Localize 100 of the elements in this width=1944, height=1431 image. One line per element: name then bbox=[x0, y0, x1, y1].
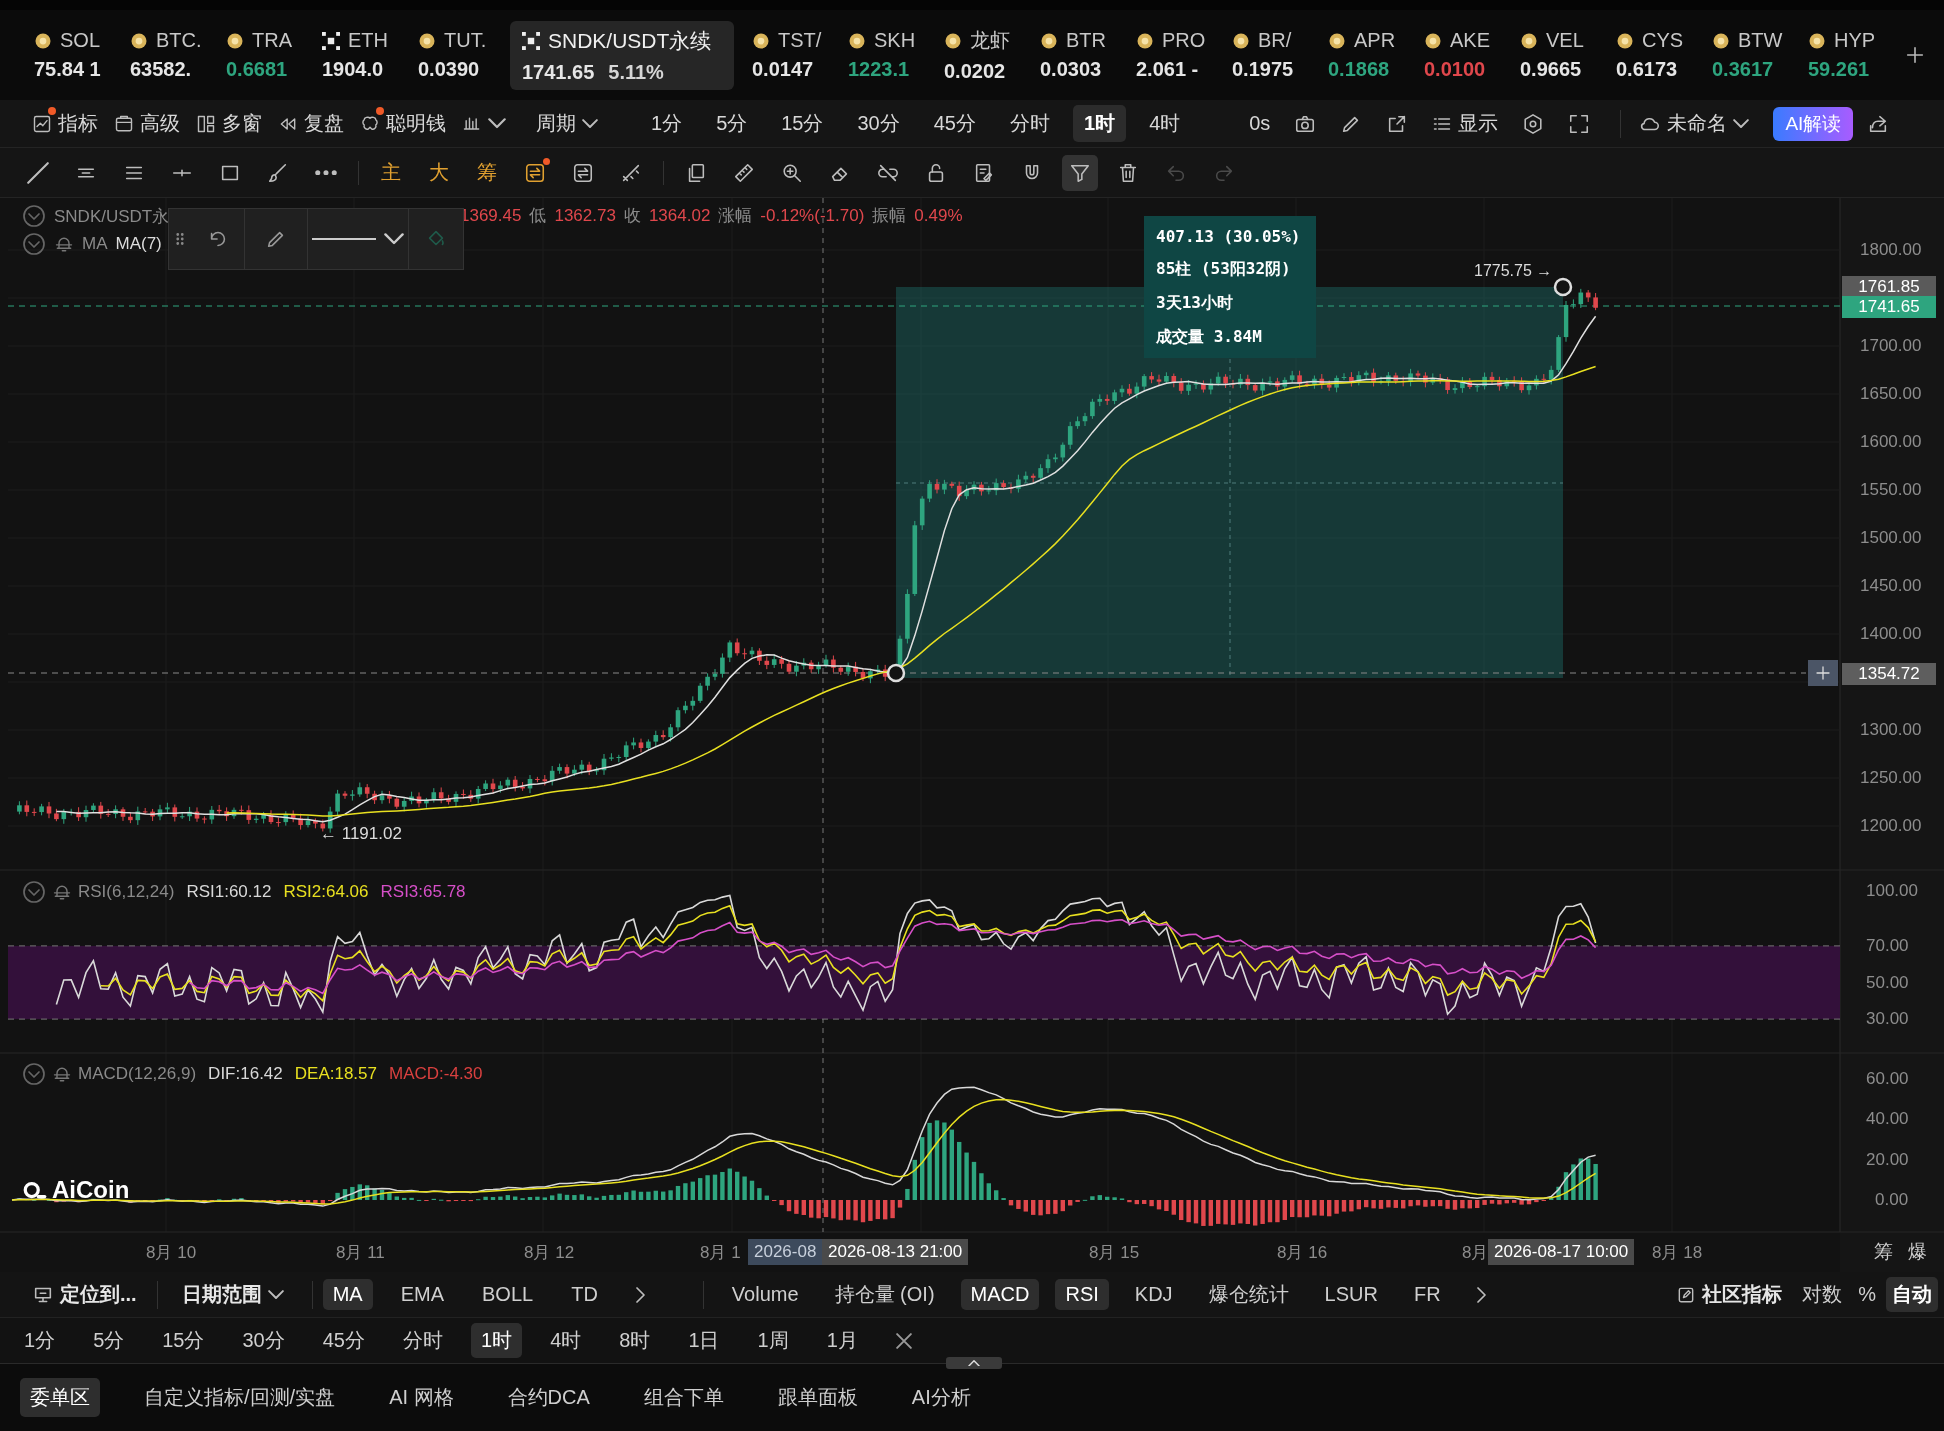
toolbar-button[interactable]: 聪明钱 bbox=[354, 106, 452, 141]
ai-button[interactable]: AI解读 bbox=[1773, 106, 1854, 141]
period-tab[interactable]: 1分 bbox=[14, 1323, 66, 1358]
period-tab[interactable]: 4时 bbox=[1138, 105, 1192, 142]
ticker-item[interactable]: BTC. 63582. bbox=[126, 23, 222, 87]
ticker-item[interactable]: BTR 0.0303 bbox=[1036, 23, 1132, 87]
toolbar-button[interactable]: 多窗 bbox=[190, 106, 268, 141]
ticker-item[interactable]: APR 0.1868 bbox=[1324, 23, 1420, 87]
layout-dropdown[interactable]: 未命名 bbox=[1633, 106, 1756, 141]
collapse-icon[interactable] bbox=[22, 204, 46, 228]
ticker-item[interactable]: TUT. 0.0390 bbox=[414, 23, 510, 87]
grid-icon bbox=[196, 113, 216, 134]
period-tab[interactable]: 15分 bbox=[152, 1323, 215, 1358]
period-tab[interactable]: 1时 bbox=[1073, 105, 1127, 142]
community-indicators-button[interactable]: 社区指标 bbox=[1666, 1277, 1793, 1312]
toolbar-button[interactable]: 复盘 bbox=[272, 106, 350, 141]
ticker-item[interactable]: TRA 0.6681 bbox=[222, 23, 318, 87]
axis-label: 50.00 bbox=[1866, 972, 1909, 993]
ticker-item[interactable]: SKH 1223.1 bbox=[844, 23, 940, 87]
swap-icon bbox=[572, 161, 594, 184]
scale-toggle[interactable]: 自动 bbox=[1886, 1277, 1938, 1312]
panel-tab[interactable]: 委单区 bbox=[20, 1378, 100, 1417]
period-tab[interactable]: 4时 bbox=[540, 1323, 592, 1358]
period-tab[interactable]: 45分 bbox=[312, 1323, 375, 1358]
collapse-icon[interactable] bbox=[22, 880, 46, 904]
ticker-item[interactable]: CYS 0.6173 bbox=[1612, 23, 1708, 87]
period-tab[interactable]: 30分 bbox=[232, 1323, 295, 1358]
measure-range[interactable] bbox=[896, 287, 1563, 678]
ohlc-value: 1362.73 bbox=[554, 205, 616, 226]
period-tab[interactable]: 1时 bbox=[471, 1323, 523, 1358]
ticker-price: 1741.65 bbox=[522, 60, 595, 84]
coin-icon bbox=[1040, 31, 1058, 50]
ticker-item[interactable]: HYP 59.261 bbox=[1804, 23, 1900, 87]
toolbar-button[interactable]: 高级 bbox=[108, 106, 186, 141]
period-tab[interactable]: 45分 bbox=[922, 105, 987, 142]
line-style-icon[interactable] bbox=[311, 237, 376, 241]
period-tab[interactable]: 1月 bbox=[816, 1323, 868, 1358]
panel-handle[interactable] bbox=[946, 1357, 1002, 1369]
ticker-item[interactable]: BTW 0.3617 bbox=[1708, 23, 1804, 87]
indicator-toggle[interactable]: MA bbox=[322, 1279, 373, 1310]
panel-tab[interactable]: 合约DCA bbox=[497, 1378, 600, 1417]
filter-tool[interactable] bbox=[1062, 154, 1098, 191]
panel-toggle[interactable]: 爆 bbox=[1902, 1239, 1933, 1265]
overlay-toggle[interactable]: 主 bbox=[373, 154, 409, 191]
ticker-item[interactable]: TST/ 0.0147 bbox=[748, 23, 844, 87]
panel-toggle[interactable]: 筹 bbox=[1868, 1239, 1899, 1265]
indicator-toggle[interactable]: 爆仓统计 bbox=[1198, 1277, 1299, 1312]
display-button[interactable]: 显示 bbox=[1426, 106, 1505, 141]
period-tab[interactable]: 8时 bbox=[609, 1323, 661, 1358]
period-tab[interactable]: 30分 bbox=[846, 105, 911, 142]
overlay-toggle[interactable]: 筹 bbox=[469, 154, 505, 191]
indicator-toggle[interactable]: LSUR bbox=[1314, 1279, 1388, 1310]
scale-toggle[interactable]: % bbox=[1852, 1279, 1882, 1310]
ticker-item[interactable]: BR/ 0.1975 bbox=[1228, 23, 1324, 87]
period-tab[interactable]: 1日 bbox=[678, 1323, 730, 1358]
panel-tab[interactable]: AI 网格 bbox=[379, 1378, 464, 1417]
indicator-toggle[interactable]: KDJ bbox=[1124, 1279, 1183, 1310]
collapse-icon[interactable] bbox=[22, 232, 46, 256]
ticker-item[interactable]: SNDK/USDT永续 1741.65 5.11% bbox=[510, 20, 734, 90]
indicator-toggle[interactable]: BOLL bbox=[472, 1279, 544, 1310]
indicator-toggle[interactable]: EMA bbox=[390, 1279, 454, 1310]
period-tab[interactable]: 分时 bbox=[999, 105, 1061, 142]
coin-icon bbox=[1808, 31, 1826, 50]
period-tab[interactable]: 1周 bbox=[747, 1323, 799, 1358]
anchor-handle[interactable] bbox=[1553, 277, 1573, 297]
ticker-item[interactable]: 龙虾 0.0202 bbox=[940, 21, 1036, 89]
indicator-toggle[interactable]: MACD bbox=[960, 1279, 1040, 1310]
period-tab[interactable]: 15分 bbox=[770, 105, 835, 142]
date-range-dropdown[interactable]: 日期范围 bbox=[171, 1277, 294, 1312]
ticker-item[interactable]: ETH 1904.0 bbox=[318, 23, 414, 87]
caret-icon[interactable] bbox=[383, 233, 404, 245]
ticker-item[interactable]: AKE 0.0100 bbox=[1420, 23, 1516, 87]
panel-tab[interactable]: 自定义指标/回测/实盘 bbox=[134, 1378, 346, 1417]
ticker-item[interactable]: PRO 2.061 - bbox=[1132, 23, 1228, 87]
period-dropdown[interactable]: 周期 bbox=[530, 106, 604, 141]
period-tab[interactable]: 1分 bbox=[640, 105, 694, 142]
indicator-toggle[interactable]: RSI bbox=[1055, 1279, 1109, 1310]
period-tab[interactable]: 分时 bbox=[393, 1323, 453, 1358]
period-tab[interactable]: 5分 bbox=[83, 1323, 135, 1358]
collapse-icon[interactable] bbox=[22, 1062, 46, 1086]
panel-tab[interactable]: 跟单面板 bbox=[767, 1378, 868, 1417]
overlay-toggle[interactable]: 大 bbox=[421, 154, 457, 191]
measure-text: 407.13 (30.05%) bbox=[1156, 226, 1302, 246]
indicator-toggle[interactable]: FR bbox=[1403, 1279, 1451, 1310]
toolbar-button[interactable]: 指标 bbox=[26, 106, 104, 141]
ticker-item[interactable]: VEL 0.9665 bbox=[1516, 23, 1612, 87]
panel-tab[interactable]: AI分析 bbox=[901, 1378, 981, 1417]
anchor-handle[interactable] bbox=[886, 663, 906, 683]
add-icon[interactable] bbox=[1904, 44, 1926, 66]
indicator-toggle[interactable]: Volume bbox=[721, 1279, 809, 1310]
indicator-toggle[interactable]: 持仓量 (OI) bbox=[824, 1277, 945, 1312]
locate-button[interactable]: 定位到... bbox=[22, 1277, 147, 1312]
scale-toggle[interactable]: 对数 bbox=[1796, 1277, 1849, 1312]
price-tag: 1741.65 bbox=[1842, 296, 1936, 318]
indicator-toggle[interactable]: TD bbox=[561, 1279, 608, 1310]
refresh-timer[interactable]: 0s bbox=[1243, 108, 1277, 139]
add-alert-button[interactable] bbox=[1808, 660, 1838, 686]
period-tab[interactable]: 5分 bbox=[705, 105, 759, 142]
ticker-item[interactable]: SOL 75.84 1 bbox=[30, 23, 126, 87]
panel-tab[interactable]: 组合下单 bbox=[633, 1378, 734, 1417]
